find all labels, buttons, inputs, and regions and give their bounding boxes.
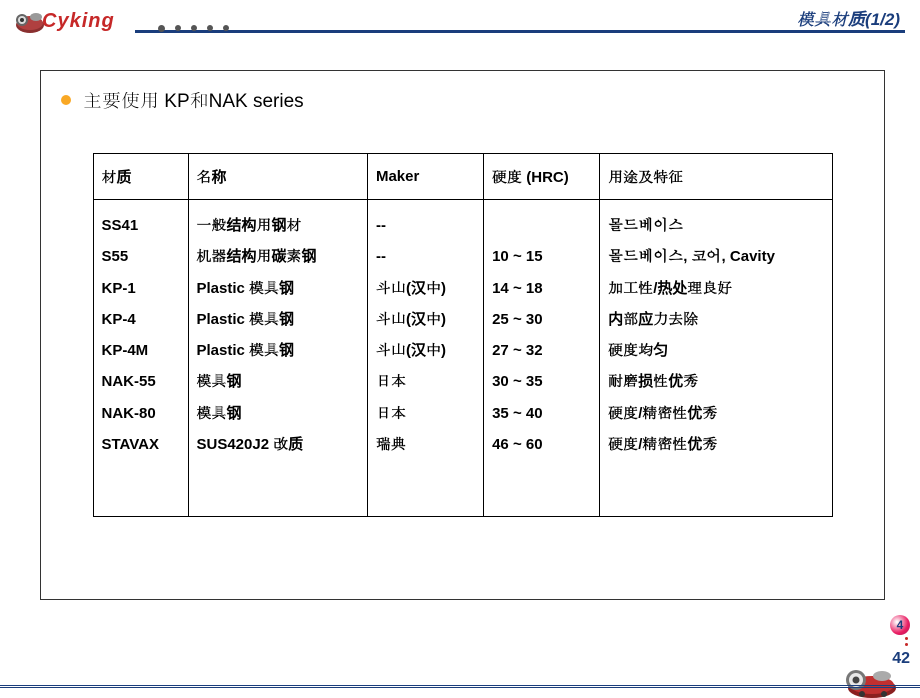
table-row: NAK-80模具钢日本35 ~ 40硬度/精密性优秀 xyxy=(93,398,832,429)
badge-number: 4 xyxy=(890,615,910,635)
cell-hardness: 35 ~ 40 xyxy=(484,398,600,429)
cell-maker: 日本 xyxy=(367,398,483,429)
cell-hardness: 14 ~ 18 xyxy=(484,273,600,304)
cell-hardness xyxy=(484,200,600,242)
cell-material: STAVAX xyxy=(93,429,188,517)
cell-usage: 硬度/精密性优秀 xyxy=(600,398,832,429)
cell-maker: -- xyxy=(367,200,483,242)
cell-maker: -- xyxy=(367,241,483,272)
cell-hardness: 30 ~ 35 xyxy=(484,366,600,397)
section-title: 主要使用 KP和NAK series xyxy=(83,86,304,113)
cell-maker: 斗山(汉中) xyxy=(367,335,483,366)
cell-name: Plastic 模具钢 xyxy=(188,335,367,366)
logo-text: Cyking xyxy=(42,10,115,33)
th-usage: 用途及特征 xyxy=(600,154,832,200)
th-maker: Maker xyxy=(367,154,483,200)
cell-name: 一般结构用钢材 xyxy=(188,200,367,242)
cell-hardness: 10 ~ 15 xyxy=(484,241,600,272)
slide-header: Cyking 模具材质(1/2) xyxy=(0,0,920,40)
cell-usage: 内部应力去除 xyxy=(600,304,832,335)
table-row: STAVAXSUS420J2 改质瑞典46 ~ 60硬度/精密性优秀 xyxy=(93,429,832,517)
cell-material: KP-1 xyxy=(93,273,188,304)
table-header-row: 材质 名称 Maker 硬度 (HRC) 用途及特征 xyxy=(93,154,832,200)
cell-material: S55 xyxy=(93,241,188,272)
cell-name: 机器结构用碳素钢 xyxy=(188,241,367,272)
th-hardness: 硬度 (HRC) xyxy=(484,154,600,200)
cell-usage: 耐磨损性优秀 xyxy=(600,366,832,397)
cell-hardness: 27 ~ 32 xyxy=(484,335,600,366)
footer-divider xyxy=(0,685,920,688)
cell-name: Plastic 模具钢 xyxy=(188,273,367,304)
cell-material: SS41 xyxy=(93,200,188,242)
header-dots xyxy=(158,25,229,32)
cell-material: NAK-80 xyxy=(93,398,188,429)
table-row: KP-4Plastic 模具钢斗山(汉中)25 ~ 30内部应力去除 xyxy=(93,304,832,335)
cell-usage: 몰드베이스 xyxy=(600,200,832,242)
cell-material: KP-4 xyxy=(93,304,188,335)
cell-usage: 硬度/精密性优秀 xyxy=(600,429,832,517)
th-name: 名称 xyxy=(188,154,367,200)
header-divider xyxy=(135,30,905,33)
content-frame: 主要使用 KP和NAK series 材质 名称 Maker 硬度 (HRC) … xyxy=(40,70,885,600)
cell-name: SUS420J2 改质 xyxy=(188,429,367,517)
cell-name: 模具钢 xyxy=(188,366,367,397)
cell-maker: 日本 xyxy=(367,366,483,397)
table-row: KP-1Plastic 模具钢斗山(汉中)14 ~ 18加工性/热处理良好 xyxy=(93,273,832,304)
table-row: NAK-55模具钢日本30 ~ 35耐磨损性优秀 xyxy=(93,366,832,397)
cell-usage: 몰드베이스, 코어, Cavity xyxy=(600,241,832,272)
table-row: SS41一般结构用钢材-- 몰드베이스 xyxy=(93,200,832,242)
footer-dots xyxy=(905,637,908,646)
material-table: 材质 名称 Maker 硬度 (HRC) 用途及特征 SS41一般结构用钢材--… xyxy=(93,153,833,517)
cell-material: KP-4M xyxy=(93,335,188,366)
page-title: 模具材质(1/2) xyxy=(797,5,900,30)
cell-material: NAK-55 xyxy=(93,366,188,397)
table-row: KP-4MPlastic 模具钢斗山(汉中)27 ~ 32硬度均匀 xyxy=(93,335,832,366)
vacuum-footer-icon xyxy=(830,658,905,698)
table-row: S55机器结构用碳素钢--10 ~ 15몰드베이스, 코어, Cavity xyxy=(93,241,832,272)
cell-hardness: 46 ~ 60 xyxy=(484,429,600,517)
cell-name: Plastic 模具钢 xyxy=(188,304,367,335)
cell-maker: 斗山(汉中) xyxy=(367,304,483,335)
cell-maker: 瑞典 xyxy=(367,429,483,517)
cell-usage: 加工性/热处理良好 xyxy=(600,273,832,304)
cell-name: 模具钢 xyxy=(188,398,367,429)
th-material: 材质 xyxy=(93,154,188,200)
bullet-icon xyxy=(61,95,71,105)
cell-maker: 斗山(汉中) xyxy=(367,273,483,304)
section-header: 主要使用 KP和NAK series xyxy=(41,71,884,128)
cell-usage: 硬度均匀 xyxy=(600,335,832,366)
cell-hardness: 25 ~ 30 xyxy=(484,304,600,335)
